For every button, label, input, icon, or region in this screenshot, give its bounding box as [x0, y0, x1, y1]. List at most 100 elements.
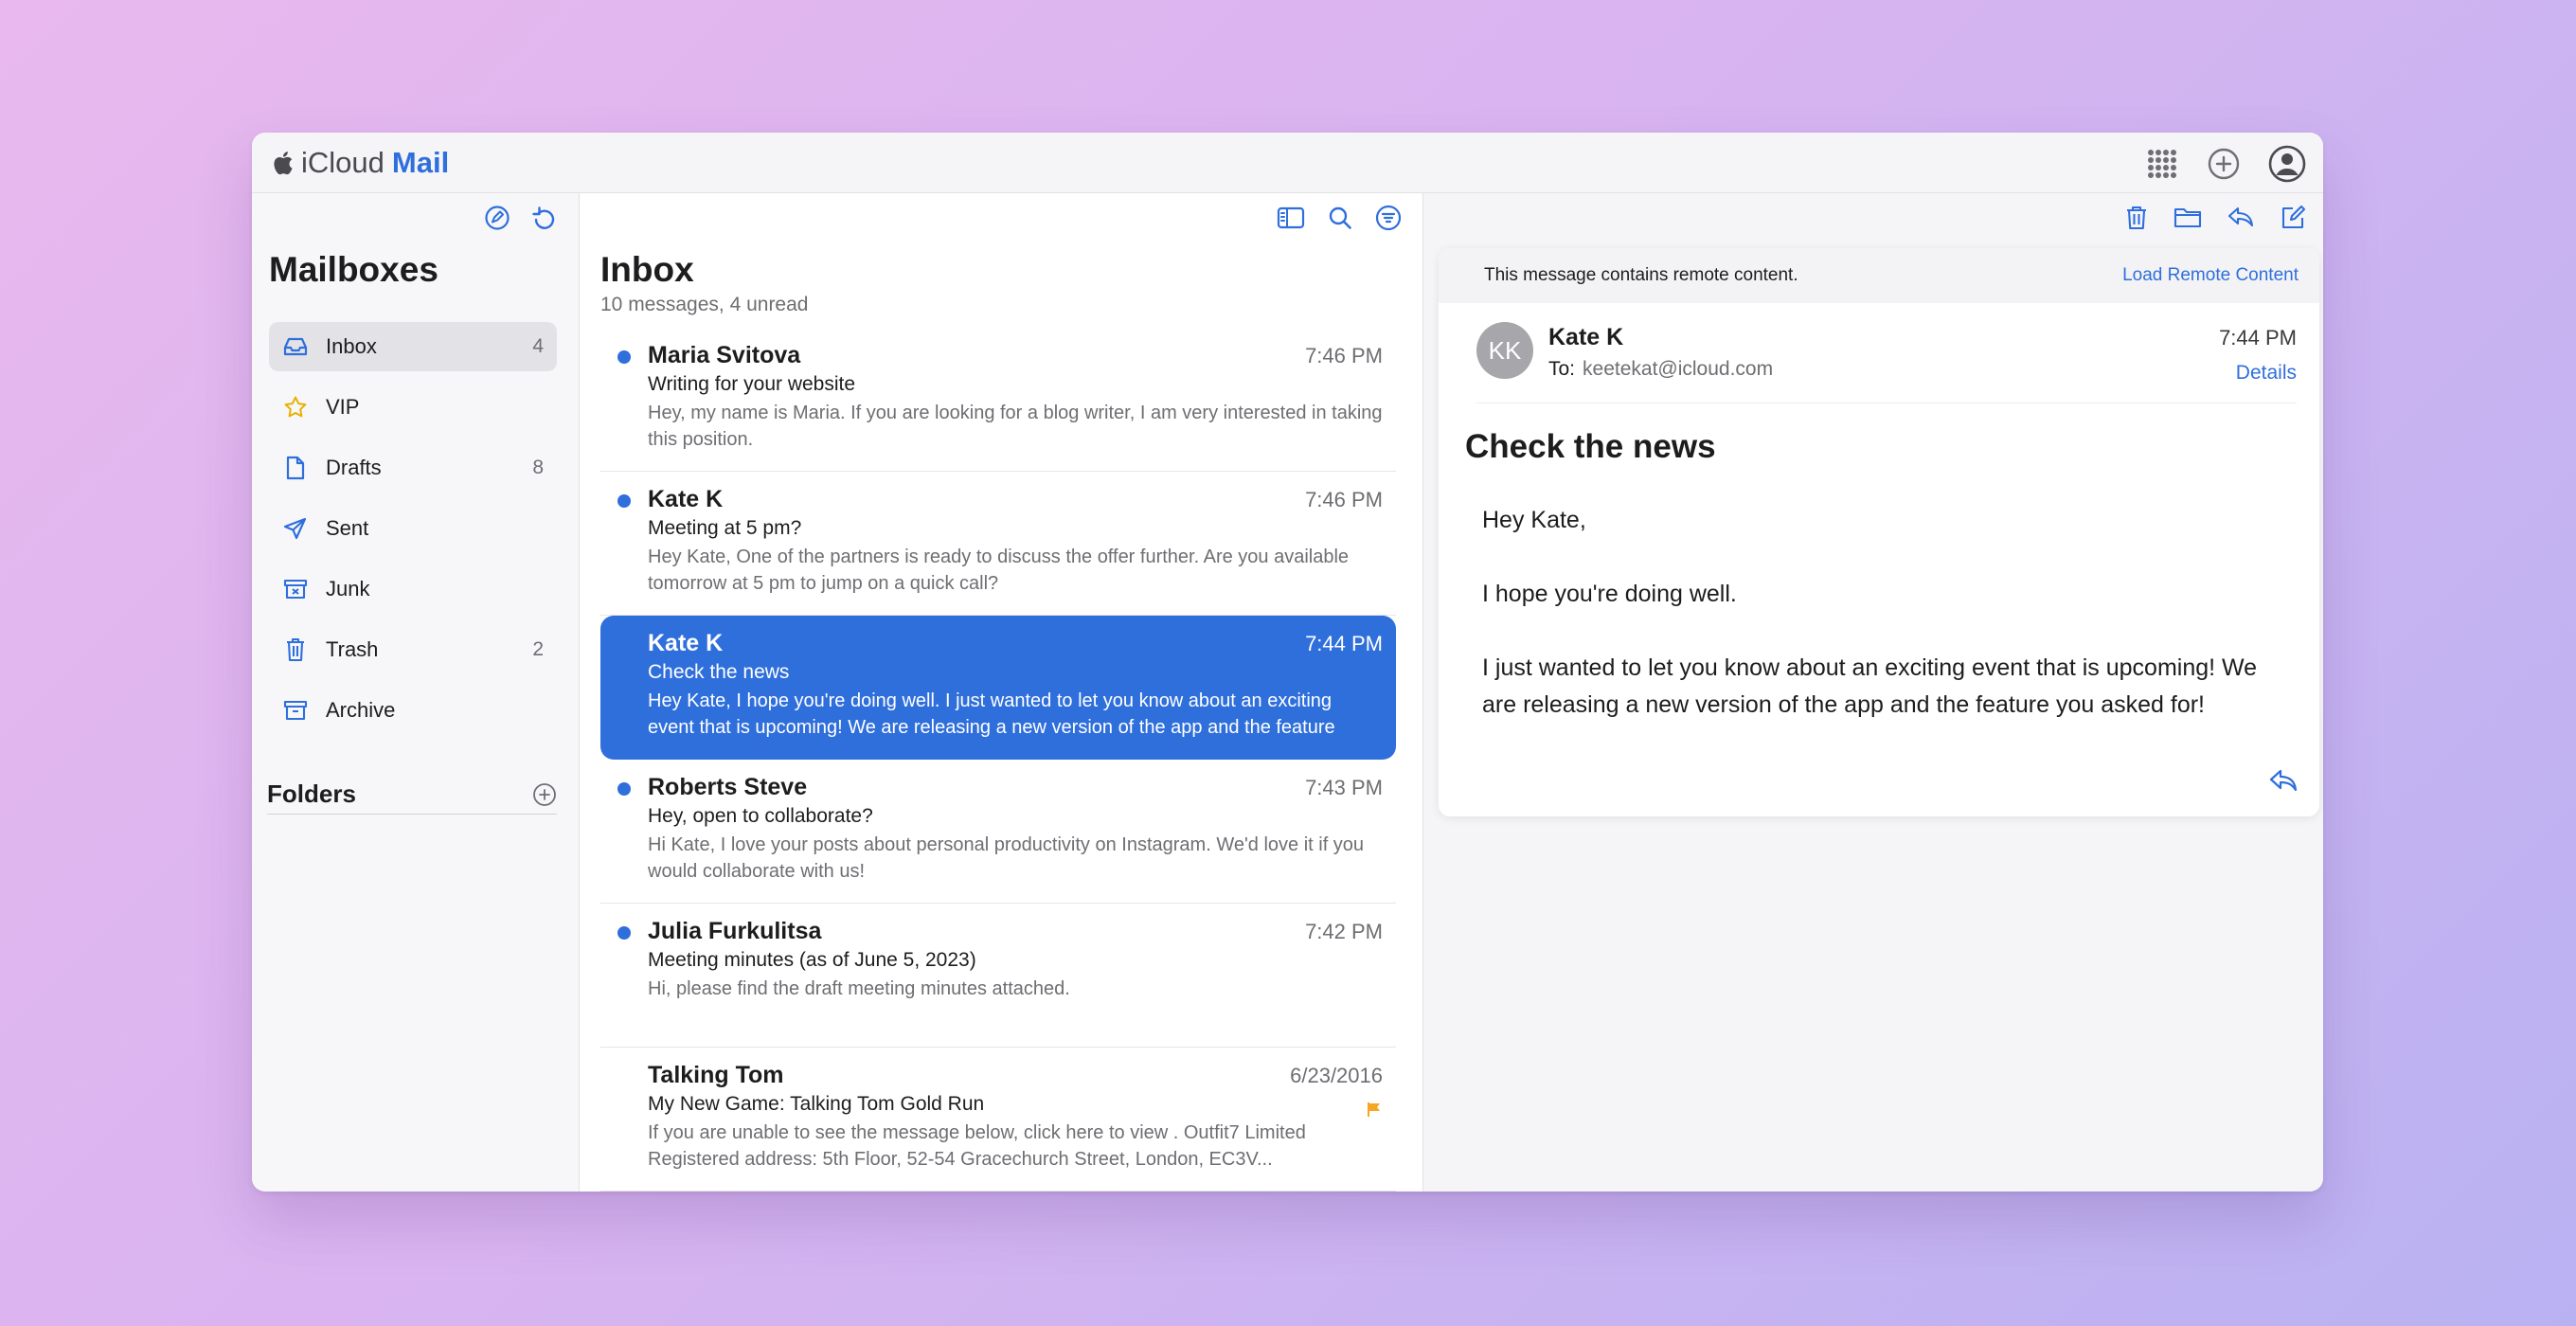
- message-time: 7:43 PM: [1305, 776, 1383, 799]
- sidebar-item-label: Drafts: [326, 456, 382, 479]
- message-recipient: To: keetekat@icloud.com: [1548, 358, 1773, 381]
- sidebar-item-vip[interactable]: VIP: [269, 383, 557, 432]
- brand-icloud-text: iCloud: [301, 146, 385, 179]
- trash-icon[interactable]: [2124, 205, 2149, 231]
- sidebar-item-archive[interactable]: Archive: [269, 686, 557, 735]
- message-card: This message contains remote content. Lo…: [1439, 248, 2319, 816]
- sidebar-item-junk[interactable]: Junk: [269, 564, 557, 614]
- message-row[interactable]: Maria Svitova 7:46 PM Writing for your w…: [600, 328, 1396, 472]
- sidebar-item-label: Junk: [326, 577, 370, 600]
- message-preview: If you are unable to see the message bel…: [648, 1122, 1306, 1170]
- message-preview: Hey, my name is Maria. If you are lookin…: [648, 403, 1383, 450]
- sidebar-item-label: Trash: [326, 637, 379, 661]
- message-row-selected[interactable]: Kate K 7:44 PM Check the news Hey Kate, …: [600, 616, 1396, 760]
- message-sender: Roberts Steve: [648, 774, 808, 800]
- junk-box-icon: [282, 576, 309, 602]
- brand-logo[interactable]: iCloud Mail: [271, 145, 449, 181]
- message-subject: My New Game: Talking Tom Gold Run: [648, 1093, 985, 1115]
- trash-icon: [282, 636, 309, 663]
- load-remote-content-button[interactable]: Load Remote Content: [2122, 265, 2299, 286]
- message-subject: Meeting minutes (as of June 5, 2023): [648, 949, 976, 971]
- compose-icon[interactable]: [2280, 205, 2306, 231]
- reply-icon[interactable]: [2227, 205, 2255, 229]
- refresh-icon[interactable]: [531, 205, 558, 231]
- message-sender: Talking Tom: [648, 1062, 784, 1088]
- folder-icon[interactable]: [2174, 205, 2202, 229]
- paper-plane-icon: [282, 515, 309, 542]
- message-preview: Hey Kate, One of the partners is ready t…: [648, 547, 1350, 594]
- apple-logo-icon: [274, 152, 293, 175]
- message-time: 7:42 PM: [1305, 920, 1383, 943]
- message-row[interactable]: Julia Furkulitsa 7:42 PM Meeting minutes…: [600, 904, 1396, 1048]
- message-row[interactable]: Roberts Steve 7:43 PM Hey, open to colla…: [600, 760, 1396, 904]
- archive-box-icon: [282, 697, 309, 724]
- to-label: To:: [1548, 358, 1576, 380]
- message-time: 6/23/2016: [1290, 1064, 1383, 1087]
- message-preview: Hey Kate, I hope you're doing well. I ju…: [648, 690, 1335, 738]
- message-subject: Check the news: [1465, 428, 1716, 465]
- message-time: 7:44 PM: [1305, 632, 1383, 655]
- remote-content-banner: This message contains remote content. Lo…: [1439, 248, 2319, 303]
- message-row[interactable]: Talking Tom 6/23/2016 My New Game: Talki…: [600, 1048, 1396, 1192]
- body-paragraph: I just wanted to let you know about an e…: [1482, 654, 2258, 718]
- account-icon[interactable]: [2268, 145, 2306, 183]
- sidebar-item-sent[interactable]: Sent: [269, 504, 557, 553]
- message-sender: Maria Svitova: [648, 342, 801, 368]
- add-folder-icon[interactable]: [532, 782, 557, 807]
- message-time: 7:46 PM: [1305, 344, 1383, 367]
- recipient-address[interactable]: keetekat@icloud.com: [1583, 358, 1773, 380]
- details-link[interactable]: Details: [2236, 362, 2297, 385]
- star-icon: [282, 394, 309, 421]
- sidebar-item-drafts[interactable]: Drafts 8: [269, 443, 557, 493]
- folders-header: Folders: [267, 775, 557, 815]
- app-grid-icon[interactable]: [2145, 147, 2179, 181]
- sidebar-item-label: VIP: [326, 395, 360, 419]
- sidebar-item-trash[interactable]: Trash 2: [269, 625, 557, 674]
- unread-dot-icon: [617, 782, 631, 796]
- brand-mail-text: Mail: [391, 146, 450, 179]
- message-sender: Julia Furkulitsa: [648, 918, 822, 944]
- remote-content-notice: This message contains remote content.: [1484, 265, 1798, 285]
- trash-count: 2: [532, 638, 544, 660]
- message-row[interactable]: Kate K 7:46 PM Meeting at 5 pm? Hey Kate…: [600, 472, 1396, 616]
- flag-icon[interactable]: [1366, 1101, 1383, 1118]
- mailbox-list: Inbox 4 VIP Drafts 8 Sent Junk Trash 2 A…: [269, 322, 557, 746]
- compose-mailbox-icon[interactable]: [484, 205, 510, 231]
- message-header: KK Kate K To: keetekat@icloud.com 7:44 PM…: [1476, 303, 2297, 403]
- message-list-pane: Inbox 10 messages, 4 unread Maria Svitov…: [580, 193, 1423, 1192]
- plus-circle-icon[interactable]: [2208, 148, 2240, 180]
- unread-dot-icon: [617, 350, 631, 364]
- folders-title: Folders: [267, 779, 356, 808]
- message-list: Maria Svitova 7:46 PM Writing for your w…: [600, 328, 1396, 1192]
- reading-pane: This message contains remote content. Lo…: [1423, 193, 2323, 1192]
- message-sender[interactable]: Kate K: [1548, 324, 1623, 351]
- message-time: 7:46 PM: [1305, 488, 1383, 511]
- sidebar-toggle-icon[interactable]: [1277, 206, 1305, 230]
- document-icon: [282, 455, 309, 481]
- message-subject: Meeting at 5 pm?: [648, 517, 802, 539]
- mailbox-sidebar: Mailboxes Inbox 4 VIP Drafts 8 Sent Junk…: [252, 193, 580, 1192]
- draft-count: 8: [532, 457, 544, 478]
- inbox-title: Inbox: [600, 250, 694, 289]
- inbox-summary: 10 messages, 4 unread: [600, 294, 809, 315]
- sidebar-item-label: Inbox: [326, 334, 377, 358]
- body-paragraph: I hope you're doing well.: [1482, 581, 1737, 607]
- unread-dot-icon: [617, 926, 631, 940]
- sidebar-item-inbox[interactable]: Inbox 4: [269, 322, 557, 371]
- sidebar-item-label: Sent: [326, 516, 369, 540]
- search-icon[interactable]: [1328, 206, 1352, 230]
- message-time: 7:44 PM: [2219, 326, 2297, 349]
- unread-dot-icon: [617, 494, 631, 508]
- avatar[interactable]: KK: [1476, 322, 1533, 379]
- filter-icon[interactable]: [1375, 205, 1402, 231]
- mailboxes-title: Mailboxes: [269, 250, 438, 289]
- reply-icon[interactable]: [2268, 767, 2299, 794]
- message-subject: Hey, open to collaborate?: [648, 805, 873, 827]
- top-bar: iCloud Mail: [252, 133, 2323, 193]
- message-subject: Check the news: [648, 661, 790, 683]
- message-preview: Hi Kate, I love your posts about persona…: [648, 834, 1365, 882]
- message-body: Hey Kate, I hope you're doing well. I ju…: [1482, 502, 2297, 761]
- message-preview: Hi, please find the draft meeting minute…: [648, 978, 1070, 999]
- message-sender: Kate K: [648, 486, 724, 512]
- mail-window: iCloud Mail Mailboxes Inbox 4 VIP Drafts…: [252, 133, 2323, 1192]
